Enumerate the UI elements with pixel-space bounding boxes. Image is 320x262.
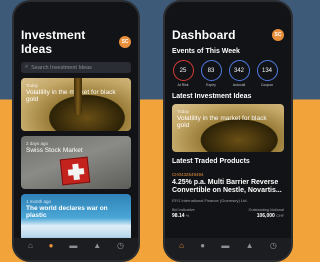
lightbulb-icon[interactable]: ● (49, 242, 54, 250)
card-title: Volatility in the market for black gold (26, 89, 116, 104)
clock-icon[interactable]: ◷ (117, 242, 124, 250)
profile-badge[interactable]: SC (272, 29, 284, 41)
search-icon: ⌕ (25, 64, 29, 70)
clock-icon[interactable]: ◷ (270, 242, 277, 250)
notional-value: 106,000 (256, 212, 275, 219)
card-date: Today (177, 109, 190, 114)
bell-icon[interactable]: ▲ (93, 242, 101, 250)
dashboard-screen: Dashboard SC Events of This Week 25 At R… (165, 2, 291, 260)
profile-badge[interactable]: SC (119, 36, 131, 48)
event-count: 342 (228, 60, 250, 81)
event-label: Expiry (206, 83, 216, 87)
bid-unit: % (185, 213, 190, 218)
event-count: 83 (200, 60, 222, 81)
event-at-risk[interactable]: 25 At Risk (172, 60, 194, 87)
idea-card-oil[interactable]: Today Volatility in the market for black… (21, 78, 131, 131)
search-placeholder: Search Investment Ideas (31, 64, 92, 71)
notional-label: Outstanding Notional (248, 207, 284, 212)
events-row: 25 At Risk 83 Expiry 342 Autocall 134 Co… (172, 60, 284, 87)
card-date: 2 days ago (26, 141, 49, 146)
notional-unit: CHF (276, 213, 284, 218)
lightbulb-icon[interactable]: ● (200, 242, 205, 250)
phone-dashboard: Dashboard SC Events of This Week 25 At R… (163, 0, 293, 262)
page-title: Dashboard (172, 28, 236, 42)
portfolio-icon[interactable]: ▬ (221, 242, 229, 250)
event-count: 134 (256, 60, 278, 81)
page-title: Investment Ideas (21, 28, 86, 56)
event-count: 25 (172, 60, 194, 81)
header: Investment Ideas SC (21, 28, 131, 56)
tab-bar: ⌂ ● ▬ ▲ ◷ (14, 238, 138, 260)
event-coupon[interactable]: 134 Coupon (256, 60, 278, 87)
latest-ideas-heading: Latest Investment Ideas (172, 93, 252, 100)
home-icon[interactable]: ⌂ (28, 242, 33, 250)
event-label: Autocall (232, 83, 246, 87)
header: Dashboard SC (172, 28, 284, 42)
bell-icon[interactable]: ▲ (246, 242, 254, 250)
product-isin: CH0432549494 (172, 172, 204, 177)
idea-card-swiss[interactable]: 2 days ago Swiss Stock Market (21, 136, 131, 189)
card-title: Volatility in the market for black gold (177, 115, 267, 130)
home-icon[interactable]: ⌂ (179, 242, 184, 250)
card-date: 1 month ago (26, 199, 52, 204)
bid-value: 98.14 (172, 212, 185, 219)
product-issuer: EFG International Finance (Guernsey) Ltd… (172, 197, 248, 203)
event-label: At Risk (177, 83, 189, 87)
event-autocall[interactable]: 342 Autocall (228, 60, 250, 87)
traded-products-heading: Latest Traded Products (172, 158, 250, 165)
search-input[interactable]: ⌕ Search Investment Ideas (21, 62, 131, 73)
card-title: The world declares war on plastic (26, 205, 108, 220)
product-labels: Bid Indicative Outstanding Notional (172, 208, 284, 212)
events-heading: Events of This Week (172, 48, 240, 55)
tab-bar: ⌂ ● ▬ ▲ ◷ (165, 238, 291, 260)
latest-idea-card[interactable]: Today Volatility in the market for black… (172, 104, 284, 152)
product-item[interactable]: CH0432549494 4.25% p.a. Multi Barrier Re… (172, 172, 284, 219)
card-title: Swiss Stock Market (26, 147, 83, 154)
phone-investment-ideas: Investment Ideas SC ⌕ Search Investment … (12, 0, 140, 262)
bid-label: Bid Indicative (172, 207, 195, 212)
event-label: Coupon (260, 83, 274, 87)
portfolio-icon[interactable]: ▬ (69, 242, 77, 250)
product-title: 4.25% p.a. Multi Barrier Reverse Convert… (172, 179, 282, 195)
swiss-flag-image (59, 156, 91, 186)
investment-ideas-screen: Investment Ideas SC ⌕ Search Investment … (14, 2, 138, 260)
product-values: 98.14 % 106,000 CHF (172, 213, 284, 219)
card-date: Today (26, 83, 39, 88)
event-expiry[interactable]: 83 Expiry (200, 60, 222, 87)
